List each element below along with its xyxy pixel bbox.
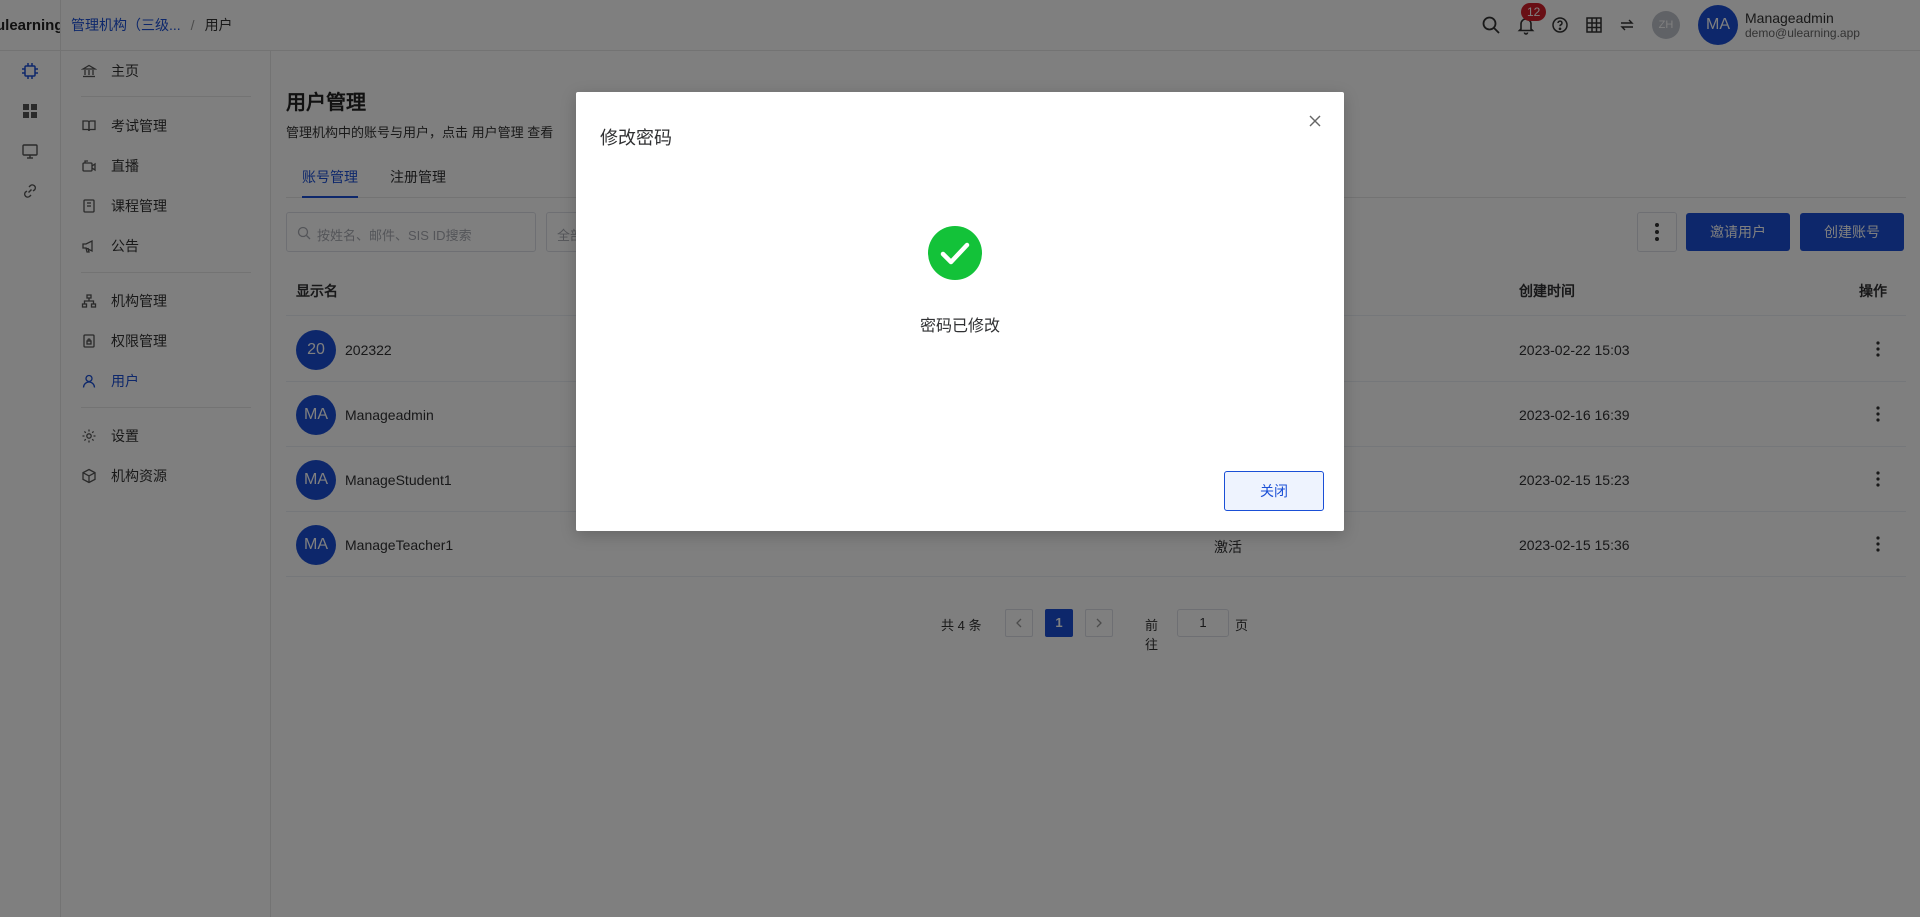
success-message: 密码已修改 <box>919 318 1000 335</box>
success-check-icon <box>928 226 982 280</box>
dialog-title: 修改密码 <box>600 128 672 148</box>
close-icon[interactable] <box>1307 113 1323 129</box>
change-password-dialog: 修改密码 密码已修改 关闭 <box>576 92 1344 531</box>
close-button[interactable]: 关闭 <box>1224 471 1324 511</box>
